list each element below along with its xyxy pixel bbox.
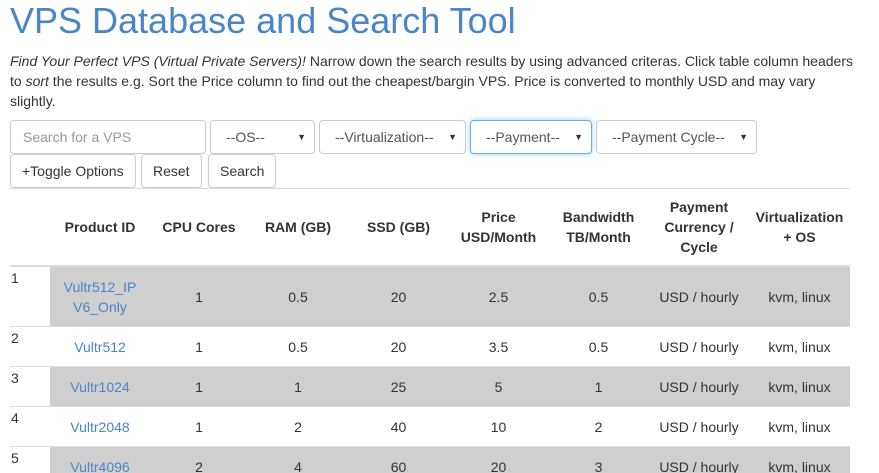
chevron-down-icon: ▼ <box>297 132 306 142</box>
search-button[interactable]: Search <box>208 154 277 188</box>
chevron-down-icon: ▼ <box>739 132 748 142</box>
cpu-cell: 1 <box>150 366 248 407</box>
bandwidth-cell: 3 <box>548 446 649 473</box>
row-index: 2 <box>10 326 50 367</box>
intro-tagline: Find Your Perfect VPS (Virtual Private S… <box>10 53 306 69</box>
payment-select-value: --Payment-- <box>486 129 560 145</box>
price-cell: 2.5 <box>449 265 548 327</box>
row-index: 3 <box>10 366 50 407</box>
virtualization-select[interactable]: --Virtualization-- ▼ <box>319 120 466 154</box>
price-cell: 20 <box>449 446 548 473</box>
bandwidth-cell: 2 <box>548 406 649 447</box>
table-row: 5 Vultr4096 2 4 60 20 3 USD / hourly kvm… <box>10 446 850 473</box>
price-cell: 5 <box>449 366 548 407</box>
header-price[interactable]: Price USD/Month <box>449 188 548 267</box>
payment-cell: USD / hourly <box>649 366 749 407</box>
product-link[interactable]: Vultr512_IPV6_Only <box>60 277 140 317</box>
header-ssd[interactable]: SSD (GB) <box>348 188 449 267</box>
ram-cell: 4 <box>248 446 348 473</box>
price-cell: 10 <box>449 406 548 447</box>
table-row: 4 Vultr2048 1 2 40 10 2 USD / hourly kvm… <box>10 406 850 447</box>
product-id-cell: Vultr512_IPV6_Only <box>50 265 150 327</box>
payment-select[interactable]: --Payment-- ▼ <box>470 120 592 154</box>
chevron-down-icon: ▼ <box>574 132 583 142</box>
product-link[interactable]: Vultr512 <box>74 339 126 355</box>
payment-cell: USD / hourly <box>649 326 749 367</box>
virtualization-cell: kvm, linux <box>749 366 850 407</box>
reset-button[interactable]: Reset <box>141 154 202 188</box>
virtualization-cell: kvm, linux <box>749 265 850 327</box>
vps-table-container: Product ID CPU Cores RAM (GB) SSD (GB) P… <box>10 188 850 473</box>
chevron-down-icon: ▼ <box>448 132 457 142</box>
page-title: VPS Database and Search Tool <box>10 0 516 41</box>
payment-cell: USD / hourly <box>649 406 749 447</box>
product-id-cell: Vultr4096 <box>50 446 150 473</box>
cpu-cell: 1 <box>150 265 248 327</box>
virtualization-select-value: --Virtualization-- <box>335 129 434 145</box>
payment-cell: USD / hourly <box>649 446 749 473</box>
header-bandwidth[interactable]: Bandwidth TB/Month <box>548 188 649 267</box>
cpu-cell: 2 <box>150 446 248 473</box>
header-virtualization[interactable]: Virtualization + OS <box>749 188 850 267</box>
table-row: 2 Vultr512 1 0.5 20 3.5 0.5 USD / hourly… <box>10 326 850 367</box>
virtualization-cell: kvm, linux <box>749 326 850 367</box>
row-index: 5 <box>10 446 50 473</box>
search-input[interactable] <box>10 120 206 154</box>
payment-cycle-select[interactable]: --Payment Cycle-- ▼ <box>596 120 757 154</box>
header-product-id[interactable]: Product ID <box>50 188 150 267</box>
table-row: 1 Vultr512_IPV6_Only 1 0.5 20 2.5 0.5 US… <box>10 265 850 327</box>
product-id-cell: Vultr1024 <box>50 366 150 407</box>
ssd-cell: 40 <box>348 406 449 447</box>
ssd-cell: 25 <box>348 366 449 407</box>
payment-cell: USD / hourly <box>649 265 749 327</box>
header-cpu-cores[interactable]: CPU Cores <box>150 188 248 267</box>
toggle-options-button[interactable]: +Toggle Options <box>10 154 136 188</box>
intro-sort-word: sort <box>25 73 49 89</box>
product-link[interactable]: Vultr1024 <box>70 379 129 395</box>
ram-cell: 0.5 <box>248 326 348 367</box>
ssd-cell: 60 <box>348 446 449 473</box>
product-link[interactable]: Vultr4096 <box>70 459 129 473</box>
header-payment[interactable]: Payment Currency / Cycle <box>649 188 749 267</box>
row-index: 4 <box>10 406 50 447</box>
bandwidth-cell: 1 <box>548 366 649 407</box>
product-id-cell: Vultr512 <box>50 326 150 367</box>
os-select[interactable]: --OS-- ▼ <box>210 120 315 154</box>
product-id-cell: Vultr2048 <box>50 406 150 447</box>
intro-text: Find Your Perfect VPS (Virtual Private S… <box>10 51 860 111</box>
intro-body-2: the results e.g. Sort the Price column t… <box>10 73 816 109</box>
ram-cell: 2 <box>248 406 348 447</box>
ssd-cell: 20 <box>348 326 449 367</box>
table-row: 3 Vultr1024 1 1 25 5 1 USD / hourly kvm,… <box>10 366 850 407</box>
ram-cell: 1 <box>248 366 348 407</box>
os-select-value: --OS-- <box>226 129 265 145</box>
virtualization-cell: kvm, linux <box>749 446 850 473</box>
ssd-cell: 20 <box>348 265 449 327</box>
table-header-row: Product ID CPU Cores RAM (GB) SSD (GB) P… <box>10 188 850 267</box>
header-index[interactable] <box>10 188 50 267</box>
vps-table: Product ID CPU Cores RAM (GB) SSD (GB) P… <box>10 188 850 473</box>
bandwidth-cell: 0.5 <box>548 326 649 367</box>
ram-cell: 0.5 <box>248 265 348 327</box>
cpu-cell: 1 <box>150 406 248 447</box>
virtualization-cell: kvm, linux <box>749 406 850 447</box>
header-ram[interactable]: RAM (GB) <box>248 188 348 267</box>
row-index: 1 <box>10 265 50 327</box>
product-link[interactable]: Vultr2048 <box>70 419 129 435</box>
cpu-cell: 1 <box>150 326 248 367</box>
payment-cycle-select-value: --Payment Cycle-- <box>612 129 725 145</box>
bandwidth-cell: 0.5 <box>548 265 649 327</box>
price-cell: 3.5 <box>449 326 548 367</box>
